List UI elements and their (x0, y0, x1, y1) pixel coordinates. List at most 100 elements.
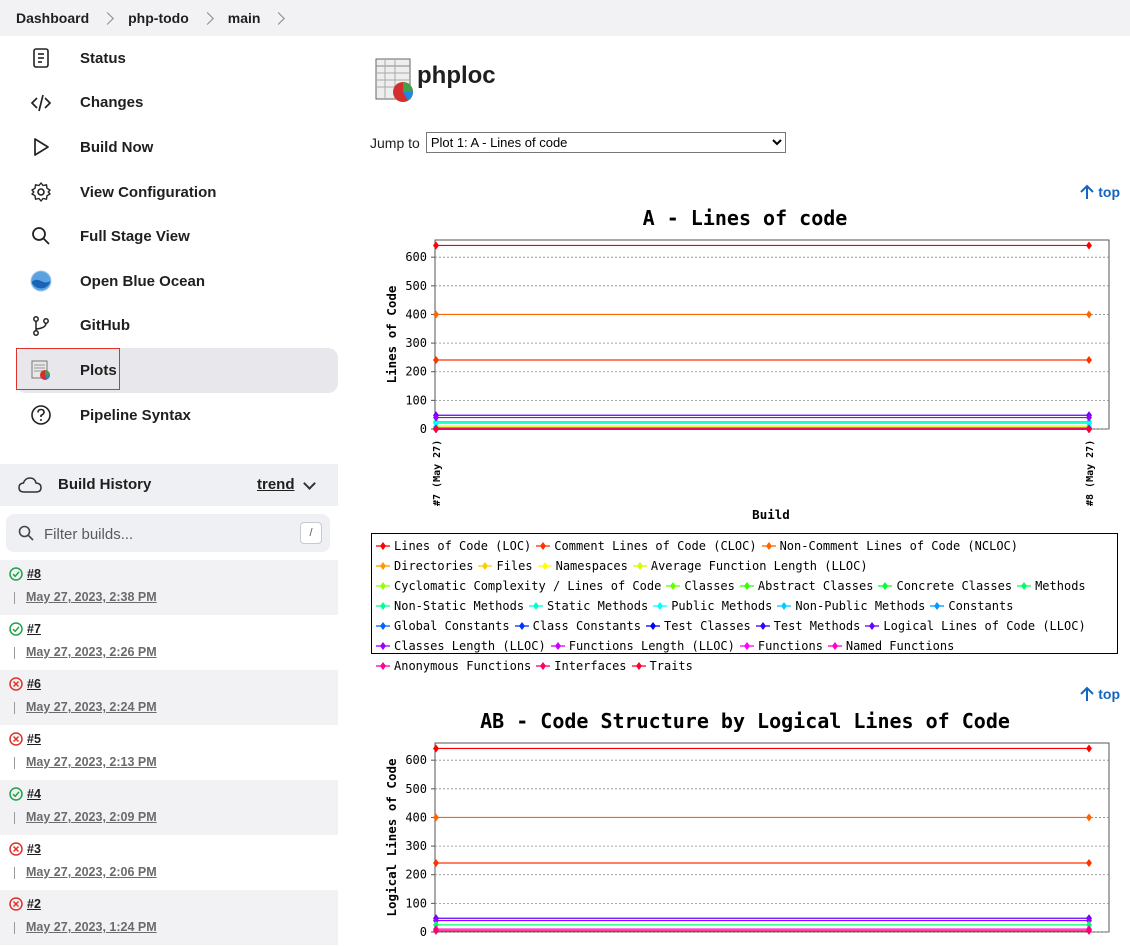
build-row[interactable]: #8 May 27, 2023, 2:38 PM (0, 560, 338, 615)
build-date-link[interactable]: May 27, 2023, 2:26 PM (26, 645, 157, 659)
legend-label: Comment Lines of Code (CLOC) (554, 539, 757, 553)
legend-marker (761, 542, 776, 550)
chevron-right-icon[interactable] (200, 11, 214, 25)
legend-label: Named Functions (845, 639, 955, 653)
sidebar-item-label: GitHub (80, 317, 130, 335)
chart-legend: Lines of Code (LOC) Comment Lines of Code… (371, 533, 1118, 673)
legend-marker (1017, 582, 1032, 590)
sidebar-item-changes[interactable]: Changes (16, 81, 338, 126)
build-date-link[interactable]: May 27, 2023, 2:09 PM (26, 810, 157, 824)
chevron-down-icon[interactable] (303, 477, 316, 490)
build-number-link[interactable]: #2 (27, 897, 41, 911)
jump-to-select[interactable]: Plot 1: A - Lines of code (425, 132, 786, 153)
y-tick-label: 0 (420, 925, 427, 939)
legend-item: Methods (1017, 576, 1086, 596)
timeline-bar (14, 867, 15, 879)
build-row[interactable]: #4 May 27, 2023, 2:09 PM (0, 780, 338, 835)
failed-icon (9, 677, 23, 691)
timeline-bar (14, 757, 15, 769)
build-number-link[interactable]: #6 (27, 677, 41, 691)
legend-item: Average Function Length (LLOC) (632, 556, 868, 576)
sidebar-item-full-stage-view[interactable]: Full Stage View (16, 214, 338, 259)
legend-item: Namespaces (537, 556, 628, 576)
filter-builds-input[interactable] (42, 522, 296, 546)
legend-marker (653, 602, 668, 610)
top-link[interactable]: top (1080, 686, 1120, 702)
y-tick-label: 200 (405, 868, 427, 882)
legend-marker (878, 582, 893, 590)
legend-marker (930, 602, 945, 610)
legend-label: Cyclomatic Complexity / Lines of Code (394, 579, 662, 593)
y-tick-label: 100 (405, 393, 427, 407)
legend-item: Functions (739, 636, 823, 656)
failed-icon (9, 897, 23, 911)
legend-item: Class Constants (514, 616, 641, 636)
legend-item: Public Methods (653, 596, 772, 616)
breadcrumb-job[interactable]: php-todo (128, 10, 189, 26)
timeline-bar (14, 922, 15, 934)
legend-label: Class Constants (532, 619, 641, 633)
trend-link[interactable]: trend (257, 476, 295, 493)
search-icon (18, 525, 34, 541)
legend-label: Non-Public Methods (795, 599, 926, 613)
build-date-link[interactable]: May 27, 2023, 2:06 PM (26, 865, 157, 879)
build-date-link[interactable]: May 27, 2023, 2:24 PM (26, 700, 157, 714)
failed-icon (9, 732, 23, 746)
build-number-link[interactable]: #4 (27, 787, 41, 801)
y-tick-label: 0 (420, 422, 427, 436)
page-title: phploc (417, 62, 496, 89)
sidebar-item-build-now[interactable]: Build Now (16, 125, 338, 170)
build-row[interactable]: #2 May 27, 2023, 1:24 PM (0, 890, 338, 945)
build-number-link[interactable]: #5 (27, 732, 41, 746)
y-tick-label: 400 (405, 810, 427, 824)
breadcrumb-dashboard[interactable]: Dashboard (16, 10, 89, 26)
sidebar-item-status[interactable]: Status (16, 36, 338, 81)
legend-label: Logical Lines of Code (LLOC) (883, 619, 1086, 633)
build-date-link[interactable]: May 27, 2023, 2:38 PM (26, 590, 157, 604)
legend-label: Non-Static Methods (394, 599, 525, 613)
build-number-link[interactable]: #3 (27, 842, 41, 856)
legend-item: Concrete Classes (878, 576, 1012, 596)
legend-marker (376, 542, 390, 550)
status-icon (33, 48, 49, 68)
legend-marker (514, 622, 529, 630)
legend-item: Comment Lines of Code (CLOC) (536, 536, 757, 556)
sidebar-item-pipeline-syntax[interactable]: Pipeline Syntax (16, 393, 338, 438)
build-number-link[interactable]: #7 (27, 622, 41, 636)
x-tick-label: #7 (May 27) (432, 440, 443, 506)
build-date-link[interactable]: May 27, 2023, 2:13 PM (26, 755, 157, 769)
help-icon (31, 404, 51, 425)
chevron-right-icon[interactable] (101, 11, 114, 25)
sidebar-item-open-blue-ocean[interactable]: Open Blue Ocean (16, 259, 338, 304)
x-tick-label: #8 (May 27) (1085, 440, 1096, 506)
legend-marker (827, 642, 842, 650)
breadcrumb-branch[interactable]: main (228, 10, 261, 26)
legend-marker (478, 562, 493, 570)
legend-item: Files (478, 556, 533, 576)
legend-label: Global Constants (394, 619, 510, 633)
legend-marker (376, 642, 390, 650)
chevron-right-icon[interactable] (272, 11, 286, 25)
chart-title: A - Lines of code (642, 206, 848, 230)
build-row[interactable]: #6 May 27, 2023, 2:24 PM (0, 670, 338, 725)
legend-marker (739, 582, 754, 590)
build-row[interactable]: #3 May 27, 2023, 2:06 PM (0, 835, 338, 890)
y-tick-label: 300 (405, 839, 427, 853)
build-row[interactable]: #5 May 27, 2023, 2:13 PM (0, 725, 338, 780)
sidebar-item-view-configuration[interactable]: View Configuration (16, 170, 338, 215)
top-link[interactable]: top (1080, 184, 1120, 200)
legend-item: Traits (631, 656, 693, 676)
timeline-bar (14, 702, 15, 714)
success-icon (9, 787, 23, 801)
sidebar-item-plots[interactable]: Plots (16, 348, 338, 393)
build-history-header: Build History trend (0, 464, 338, 506)
legend-label: Public Methods (671, 599, 773, 613)
build-number-link[interactable]: #8 (27, 567, 41, 581)
branch-icon (33, 315, 49, 336)
build-row[interactable]: #7 May 27, 2023, 2:26 PM (0, 615, 338, 670)
build-date-link[interactable]: May 27, 2023, 1:24 PM (26, 920, 157, 934)
legend-label: Test Classes (663, 619, 751, 633)
legend-label: Methods (1035, 579, 1086, 593)
sidebar-item-github[interactable]: GitHub (16, 304, 338, 349)
legend-label: Interfaces (554, 659, 627, 673)
